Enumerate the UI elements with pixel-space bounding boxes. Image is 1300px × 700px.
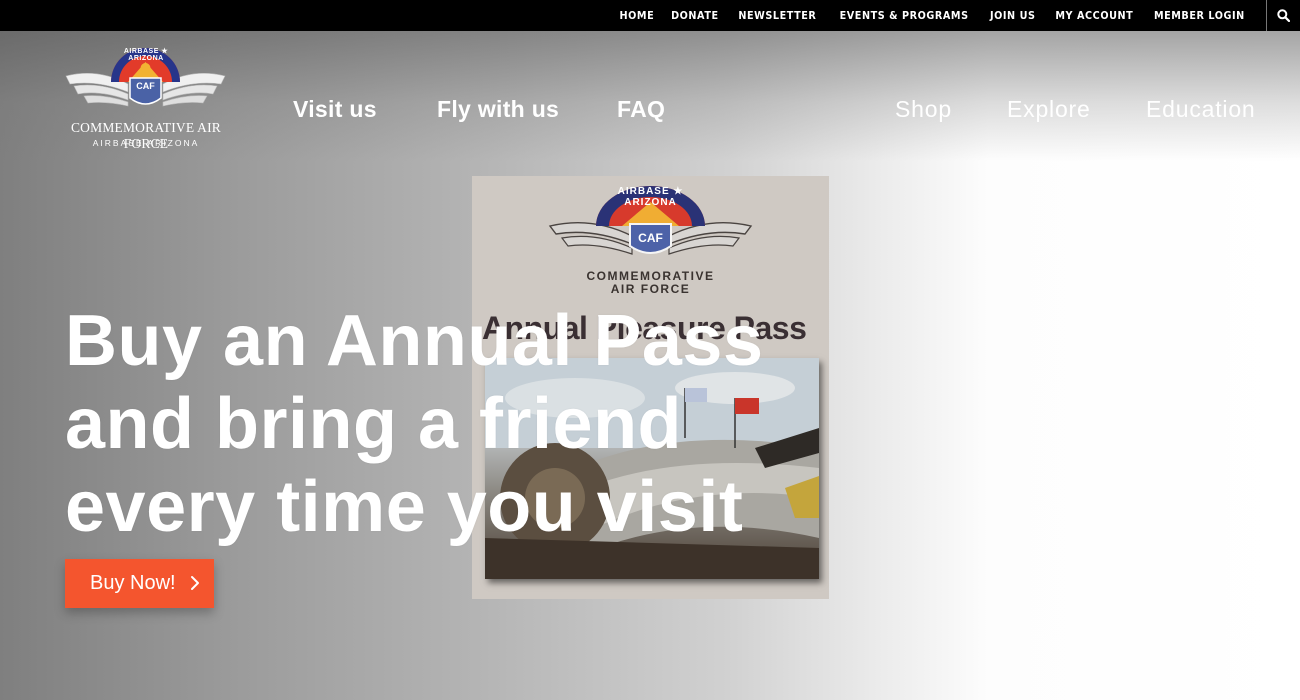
logo-badge-text: CAF	[136, 81, 155, 91]
search-icon	[1277, 9, 1290, 22]
logo-subtitle: AIRBASE ARIZONA	[92, 138, 200, 148]
nav-visit-us[interactable]: Visit us	[293, 96, 377, 123]
headline-line-1: Buy an Annual Pass	[65, 301, 764, 381]
poster-badge-text: CAF	[638, 231, 663, 245]
headline-line-2: and bring a friend	[65, 384, 683, 464]
buy-now-label: Buy Now!	[90, 572, 176, 594]
headline-line-3: every time you visit	[65, 467, 744, 547]
nav-explore[interactable]: Explore	[1007, 96, 1091, 123]
utility-link-account[interactable]: MY ACCOUNT	[1049, 10, 1140, 22]
search-button[interactable]	[1266, 0, 1300, 31]
buy-now-button[interactable]: Buy Now!	[65, 559, 214, 608]
utility-link-login[interactable]: MEMBER LOGIN	[1148, 10, 1252, 22]
utility-link-join[interactable]: JOIN US	[984, 10, 1042, 22]
utility-bar: HOME DONATE NEWSLETTER EVENTS & PROGRAMS…	[0, 0, 1300, 31]
utility-links: HOME DONATE NEWSLETTER EVENTS & PROGRAMS…	[611, 0, 1256, 31]
utility-link-newsletter[interactable]: NEWSLETTER	[732, 10, 823, 22]
utility-link-donate[interactable]: DONATE	[665, 10, 725, 22]
nav-education[interactable]: Education	[1146, 96, 1256, 123]
utility-link-events[interactable]: EVENTS & PROGRAMS	[833, 10, 975, 22]
site-logo[interactable]: AIRBASE ★ ARIZONA CAF COMMEMORATIVE AIR …	[48, 44, 243, 154]
nav-faq[interactable]: FAQ	[617, 96, 665, 123]
poster-logo-title: COMMEMORATIVE	[586, 269, 715, 283]
nav-fly-with-us[interactable]: Fly with us	[437, 96, 559, 123]
chevron-right-icon	[191, 576, 199, 590]
poster-arc-text: AIRBASE ★ ARIZONA	[617, 186, 684, 208]
hero-headline: Buy an Annual Pass and bring a friend ev…	[65, 300, 825, 549]
poster-logo-subtitle: AIR FORCE	[610, 282, 691, 296]
nav-shop[interactable]: Shop	[895, 96, 952, 123]
utility-link-home[interactable]: HOME	[613, 10, 661, 22]
logo-arc-text: AIRBASE ★ ARIZONA	[123, 48, 169, 62]
